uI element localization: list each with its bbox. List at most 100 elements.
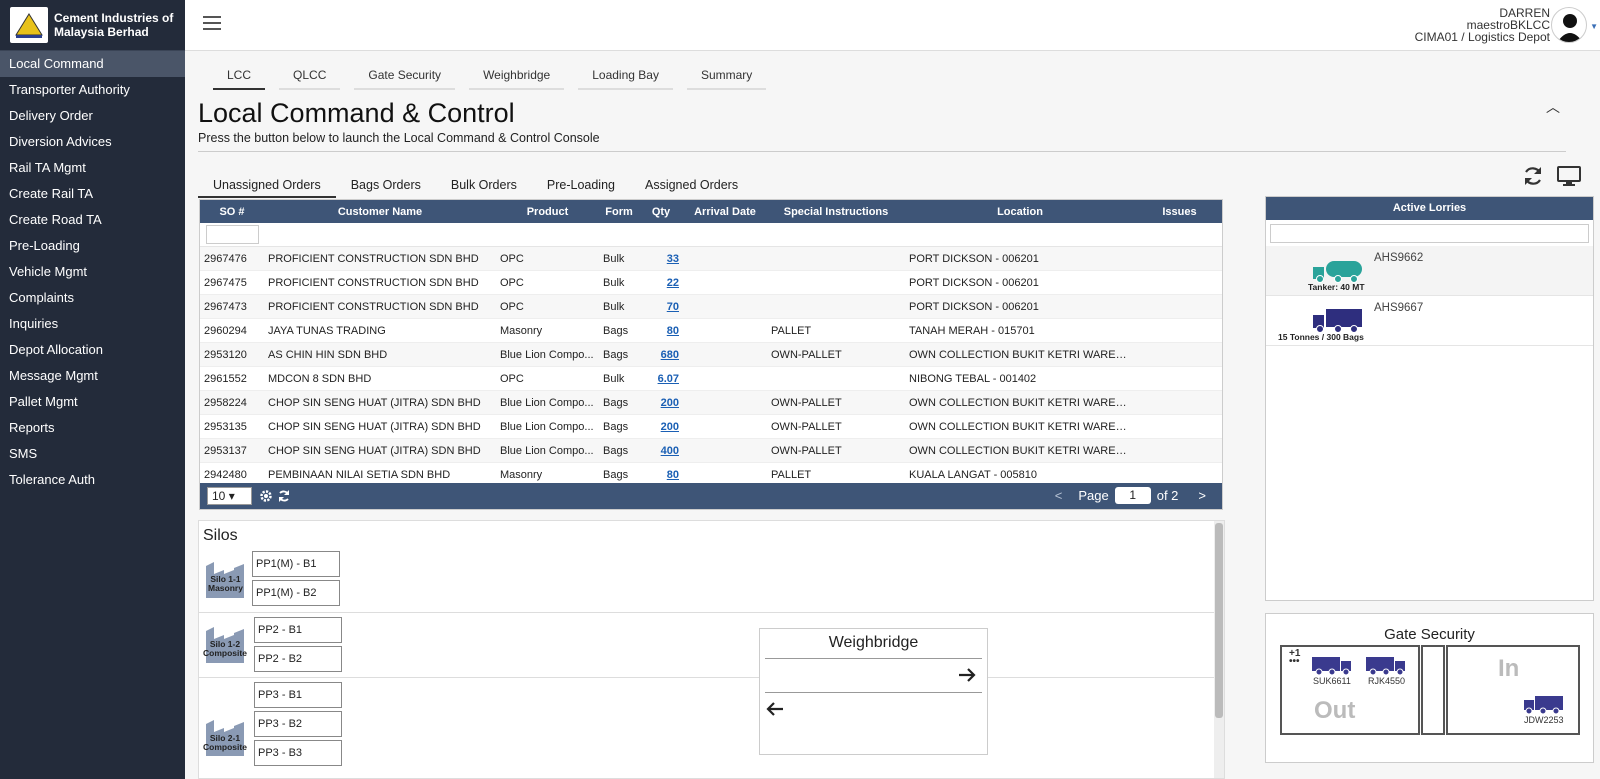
table-row[interactable]: 2967473 PROFICIENT CONSTRUCTION SDN BHD OP… xyxy=(200,295,1222,319)
tab-bags-orders[interactable]: Bags Orders xyxy=(336,175,436,198)
cell-qty[interactable]: 200 xyxy=(639,397,683,409)
cell-product: Masonry xyxy=(500,468,543,481)
column-header-arrival-date[interactable]: Arrival Date xyxy=(683,206,767,218)
column-header-form[interactable]: Form xyxy=(599,206,639,218)
silo-bay[interactable]: PP1(M) - B2 xyxy=(252,580,340,606)
column-header-special-instructions[interactable]: Special Instructions xyxy=(767,206,905,218)
cell-qty[interactable]: 680 xyxy=(639,349,683,361)
cell-qty[interactable]: 80 xyxy=(639,325,683,337)
cell-special-instructions: PALLET xyxy=(771,468,812,481)
sidebar-item-pre-loading[interactable]: Pre-Loading xyxy=(0,233,185,259)
table-row[interactable]: 2953137 CHOP SIN SENG HUAT (JITRA) SDN BH… xyxy=(200,439,1222,463)
sidebar-item-sms[interactable]: SMS xyxy=(0,441,185,467)
cell-so: 2953137 xyxy=(204,444,247,457)
brand[interactable]: Cement Industries of Malaysia Berhad xyxy=(0,0,185,51)
silo-bay[interactable]: PP1(M) - B1 xyxy=(252,551,340,577)
overflow-badge[interactable]: +1 ••• xyxy=(1289,649,1300,667)
silo-bay[interactable]: PP3 - B1 xyxy=(254,682,342,708)
tab-label: LCC xyxy=(227,68,252,82)
lorry-item[interactable]: AHS9667 15 Tonnes / 300 Bags xyxy=(1266,296,1593,346)
tab-bulk-orders[interactable]: Bulk Orders xyxy=(436,175,532,198)
cell-qty[interactable]: 33 xyxy=(639,253,683,265)
table-row[interactable]: 2967475 PROFICIENT CONSTRUCTION SDN BHD OP… xyxy=(200,271,1222,295)
truck-icon[interactable] xyxy=(1312,655,1352,675)
sidebar-item-vehicle-mgmt[interactable]: Vehicle Mgmt xyxy=(0,259,185,285)
cell-qty[interactable]: 400 xyxy=(639,445,683,457)
table-row[interactable]: 2967476 PROFICIENT CONSTRUCTION SDN BHD OP… xyxy=(200,247,1222,271)
sidebar-item-create-road-ta[interactable]: Create Road TA xyxy=(0,207,185,233)
cell-qty[interactable]: 22 xyxy=(639,277,683,289)
sidebar-item-transporter-authority[interactable]: Transporter Authority xyxy=(0,77,185,103)
page-label: Page xyxy=(1078,488,1109,503)
silo-bay[interactable]: PP2 - B1 xyxy=(254,617,342,643)
silo-type: Masonry xyxy=(208,583,243,593)
sidebar-item-complaints[interactable]: Complaints xyxy=(0,285,185,311)
tab-pre-loading[interactable]: Pre-Loading xyxy=(532,175,630,198)
gear-icon[interactable] xyxy=(259,489,273,503)
chevron-down-icon[interactable]: ▼ xyxy=(1590,22,1598,31)
cell-customer-name: CHOP SIN SENG HUAT (JITRA) SDN BHD xyxy=(268,444,481,457)
so-filter-input[interactable] xyxy=(206,225,259,244)
next-page-button[interactable]: > xyxy=(1198,488,1206,503)
silo-label: Silo 1-2 Composite xyxy=(203,640,247,658)
column-header-issues[interactable]: Issues xyxy=(1135,206,1224,218)
prev-page-button[interactable]: < xyxy=(1055,488,1063,503)
scrollbar[interactable] xyxy=(1214,521,1224,778)
table-row[interactable]: 2953135 CHOP SIN SENG HUAT (JITRA) SDN BH… xyxy=(200,415,1222,439)
lorry-filter-input[interactable] xyxy=(1270,224,1589,243)
cell-form: Bags xyxy=(603,324,629,337)
chevron-up-icon[interactable]: ︿ xyxy=(1546,97,1560,117)
sidebar-item-inquiries[interactable]: Inquiries xyxy=(0,311,185,337)
silo-bay[interactable]: PP3 - B3 xyxy=(254,740,342,766)
cell-qty[interactable]: 6.07 xyxy=(639,373,683,385)
sidebar-item-rail-ta-mgmt[interactable]: Rail TA Mgmt xyxy=(0,155,185,181)
tab-summary[interactable]: Summary xyxy=(686,65,767,90)
sidebar-item-reports[interactable]: Reports xyxy=(0,415,185,441)
column-header-qty[interactable]: Qty xyxy=(639,206,683,218)
sidebar-item-pallet-mgmt[interactable]: Pallet Mgmt xyxy=(0,389,185,415)
tab-gate-security[interactable]: Gate Security xyxy=(354,65,456,90)
table-row[interactable]: 2961552 MDCON 8 SDN BHD OPC Bulk 6.07 NIBONG … xyxy=(200,367,1222,391)
grid-body: 2967476 PROFICIENT CONSTRUCTION SDN BHD OP… xyxy=(200,247,1222,487)
sidebar-item-depot-allocation[interactable]: Depot Allocation xyxy=(0,337,185,363)
cell-qty[interactable]: 70 xyxy=(639,301,683,313)
tab-qlcc[interactable]: QLCC xyxy=(279,65,341,90)
scroll-thumb[interactable] xyxy=(1215,523,1223,718)
tab-lcc[interactable]: LCC xyxy=(213,65,266,90)
tab-assigned-orders[interactable]: Assigned Orders xyxy=(630,175,753,198)
tab-unassigned-orders[interactable]: Unassigned Orders xyxy=(198,175,336,198)
sidebar-item-diversion-advices[interactable]: Diversion Advices xyxy=(0,129,185,155)
table-row[interactable]: 2958224 CHOP SIN SENG HUAT (JITRA) SDN BH… xyxy=(200,391,1222,415)
cell-customer-name: AS CHIN HIN SDN BHD xyxy=(268,348,388,361)
sidebar-item-message-mgmt[interactable]: Message Mgmt xyxy=(0,363,185,389)
sidebar-item-local-command[interactable]: Local Command xyxy=(0,51,185,77)
monitor-icon[interactable] xyxy=(1556,165,1582,187)
truck-icon[interactable] xyxy=(1524,694,1564,714)
avatar[interactable] xyxy=(1551,7,1587,43)
user-info[interactable]: DARREN maestroBKLCC CIMA01 / Logistics D… xyxy=(1415,7,1550,43)
table-row[interactable]: 2960294 JAYA TUNAS TRADING Masonry Bags 80 PA… xyxy=(200,319,1222,343)
column-header-so[interactable]: SO # xyxy=(200,206,264,218)
cell-qty[interactable]: 200 xyxy=(639,421,683,433)
column-header-product[interactable]: Product xyxy=(496,206,599,218)
sidebar-item-create-rail-ta[interactable]: Create Rail TA xyxy=(0,181,185,207)
sidebar-item-delivery-order[interactable]: Delivery Order xyxy=(0,103,185,129)
column-header-customer-name[interactable]: Customer Name xyxy=(264,206,496,218)
hamburger-menu-icon[interactable] xyxy=(203,16,221,32)
refresh-icon[interactable] xyxy=(1522,165,1544,187)
tab-loading-bay[interactable]: Loading Bay xyxy=(578,65,673,90)
page-size-select[interactable]: 10 ▾ xyxy=(207,487,252,505)
cell-qty[interactable]: 80 xyxy=(639,469,683,481)
table-row[interactable]: 2953120 AS CHIN HIN SDN BHD Blue Lion Comp… xyxy=(200,343,1222,367)
silo-bay[interactable]: PP2 - B2 xyxy=(254,646,342,672)
lorry-item[interactable]: AHS9662 Tanker: 40 MT xyxy=(1266,246,1593,296)
tab-weighbridge[interactable]: Weighbridge xyxy=(469,65,565,90)
cell-customer-name: PROFICIENT CONSTRUCTION SDN BHD xyxy=(268,252,479,265)
sidebar-item-tolerance-auth[interactable]: Tolerance Auth xyxy=(0,467,185,493)
silo-bay[interactable]: PP3 - B2 xyxy=(254,711,342,737)
refresh-icon[interactable] xyxy=(277,489,291,503)
filter-row xyxy=(200,223,1222,247)
page-number-input[interactable]: 1 xyxy=(1114,487,1151,504)
column-header-location[interactable]: Location xyxy=(905,206,1135,218)
truck-icon[interactable] xyxy=(1366,655,1406,675)
